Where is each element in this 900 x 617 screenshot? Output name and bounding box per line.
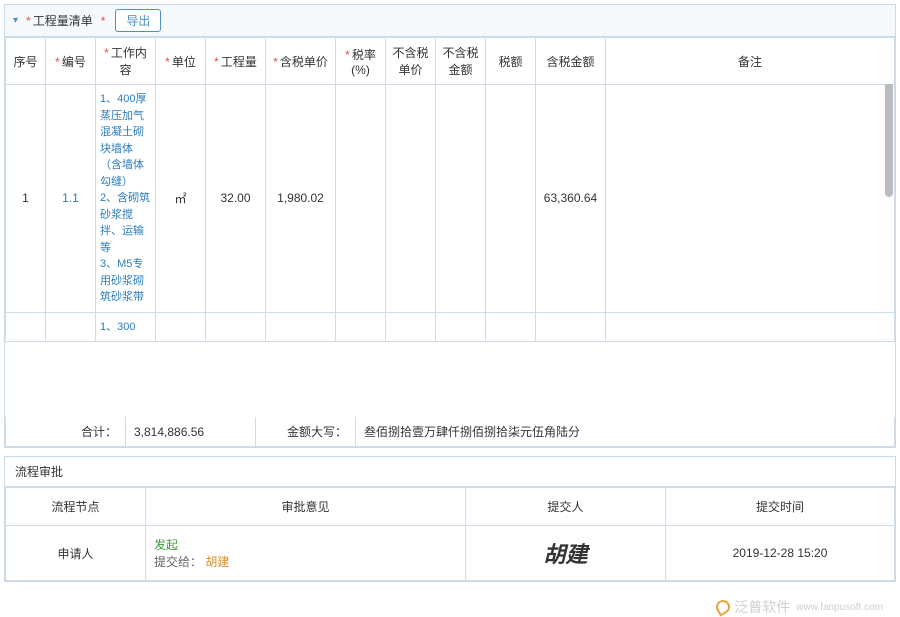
total-label: 合计： — [6, 417, 126, 446]
boq-panel: ▾ *工程量清单 * 导出 序号 *编号 *工作内容 *单位 *工程量 *含税单… — [4, 4, 896, 448]
watermark: 泛普软件 www.fanpusoft.com — [716, 597, 883, 617]
cell-rate — [336, 85, 386, 313]
cell-opinion: 发起 提交给： 胡建 — [146, 526, 466, 581]
col-notax-price: 不含税单价 — [386, 38, 436, 85]
col-time: 提交时间 — [666, 488, 895, 526]
col-amt: 含税金额 — [536, 38, 606, 85]
opinion-action: 发起 — [154, 536, 457, 553]
words-label: 金额大写： — [256, 417, 356, 446]
approval-table: 流程节点 审批意见 提交人 提交时间 申请人 发起 提交给： 胡建 胡建 — [5, 487, 895, 581]
opinion-submit-to: 提交给： 胡建 — [154, 553, 457, 570]
approval-row: 申请人 发起 提交给： 胡建 胡建 2019-12-28 15:20 — [6, 526, 895, 581]
col-content: *工作内容 — [96, 38, 156, 85]
cell-content-next[interactable]: 1、300 — [96, 312, 156, 342]
col-tax: 税额 — [486, 38, 536, 85]
col-remark: 备注 — [606, 38, 895, 85]
col-notax-amt: 不含税金额 — [436, 38, 486, 85]
total-value: 3,814,886.56 — [126, 417, 256, 446]
cell-remark — [606, 85, 895, 313]
col-node: 流程节点 — [6, 488, 146, 526]
table-row[interactable]: 1 1.1 1、400厚蒸压加气混凝土砌块墙体（含墙体勾缝） 2、含砌筑砂浆搅拌… — [6, 85, 895, 313]
cell-content[interactable]: 1、400厚蒸压加气混凝土砌块墙体（含墙体勾缝） 2、含砌筑砂浆搅拌、运输等 3… — [96, 85, 156, 313]
req-star-extra: * — [101, 14, 106, 28]
approval-panel: 流程审批 流程节点 审批意见 提交人 提交时间 申请人 发起 提交给： 胡建 — [4, 456, 896, 582]
watermark-logo-icon — [714, 597, 733, 616]
boq-table-scroll[interactable]: 序号 *编号 *工作内容 *单位 *工程量 *含税单价 *税率(%) 不含税单价… — [5, 37, 895, 417]
cell-price: 1,980.02 — [266, 85, 336, 313]
cell-unit: ㎡ — [156, 85, 206, 313]
cell-qty: 32.00 — [206, 85, 266, 313]
cell-notax-amt — [436, 85, 486, 313]
cell-notax-price — [386, 85, 436, 313]
approval-header-row: 流程节点 审批意见 提交人 提交时间 — [6, 488, 895, 526]
cell-num[interactable]: 1.1 — [46, 85, 96, 313]
boq-table: 序号 *编号 *工作内容 *单位 *工程量 *含税单价 *税率(%) 不含税单价… — [5, 37, 895, 342]
signature: 胡建 — [543, 542, 587, 567]
col-opinion: 审批意见 — [146, 488, 466, 526]
approval-title: 流程审批 — [5, 457, 895, 487]
col-seq: 序号 — [6, 38, 46, 85]
summary-row: 合计： 3,814,886.56 金额大写： 叁佰捌拾壹万肆仟捌佰捌拾柒元伍角陆… — [5, 417, 895, 447]
cell-tax — [486, 85, 536, 313]
col-price: *含税单价 — [266, 38, 336, 85]
cell-submitter: 胡建 — [466, 526, 666, 581]
col-rate: *税率(%) — [336, 38, 386, 85]
boq-title: *工程量清单 — [26, 12, 93, 29]
export-button[interactable]: 导出 — [115, 9, 161, 32]
cell-seq: 1 — [6, 85, 46, 313]
boq-header: ▾ *工程量清单 * 导出 — [5, 5, 895, 37]
col-qty: *工程量 — [206, 38, 266, 85]
boq-table-wrap: 序号 *编号 *工作内容 *单位 *工程量 *含税单价 *税率(%) 不含税单价… — [5, 37, 895, 417]
scrollbar-thumb[interactable] — [885, 77, 893, 197]
cell-amt: 63,360.64 — [536, 85, 606, 313]
words-value: 叁佰捌拾壹万肆仟捌佰捌拾柒元伍角陆分 — [356, 417, 894, 446]
collapse-icon[interactable]: ▾ — [13, 15, 18, 26]
cell-time: 2019-12-28 15:20 — [666, 526, 895, 581]
col-num: *编号 — [46, 38, 96, 85]
col-unit: *单位 — [156, 38, 206, 85]
table-row[interactable]: 1、300 — [6, 312, 895, 342]
boq-header-row: 序号 *编号 *工作内容 *单位 *工程量 *含税单价 *税率(%) 不含税单价… — [6, 38, 895, 85]
cell-node: 申请人 — [6, 526, 146, 581]
col-submitter: 提交人 — [466, 488, 666, 526]
